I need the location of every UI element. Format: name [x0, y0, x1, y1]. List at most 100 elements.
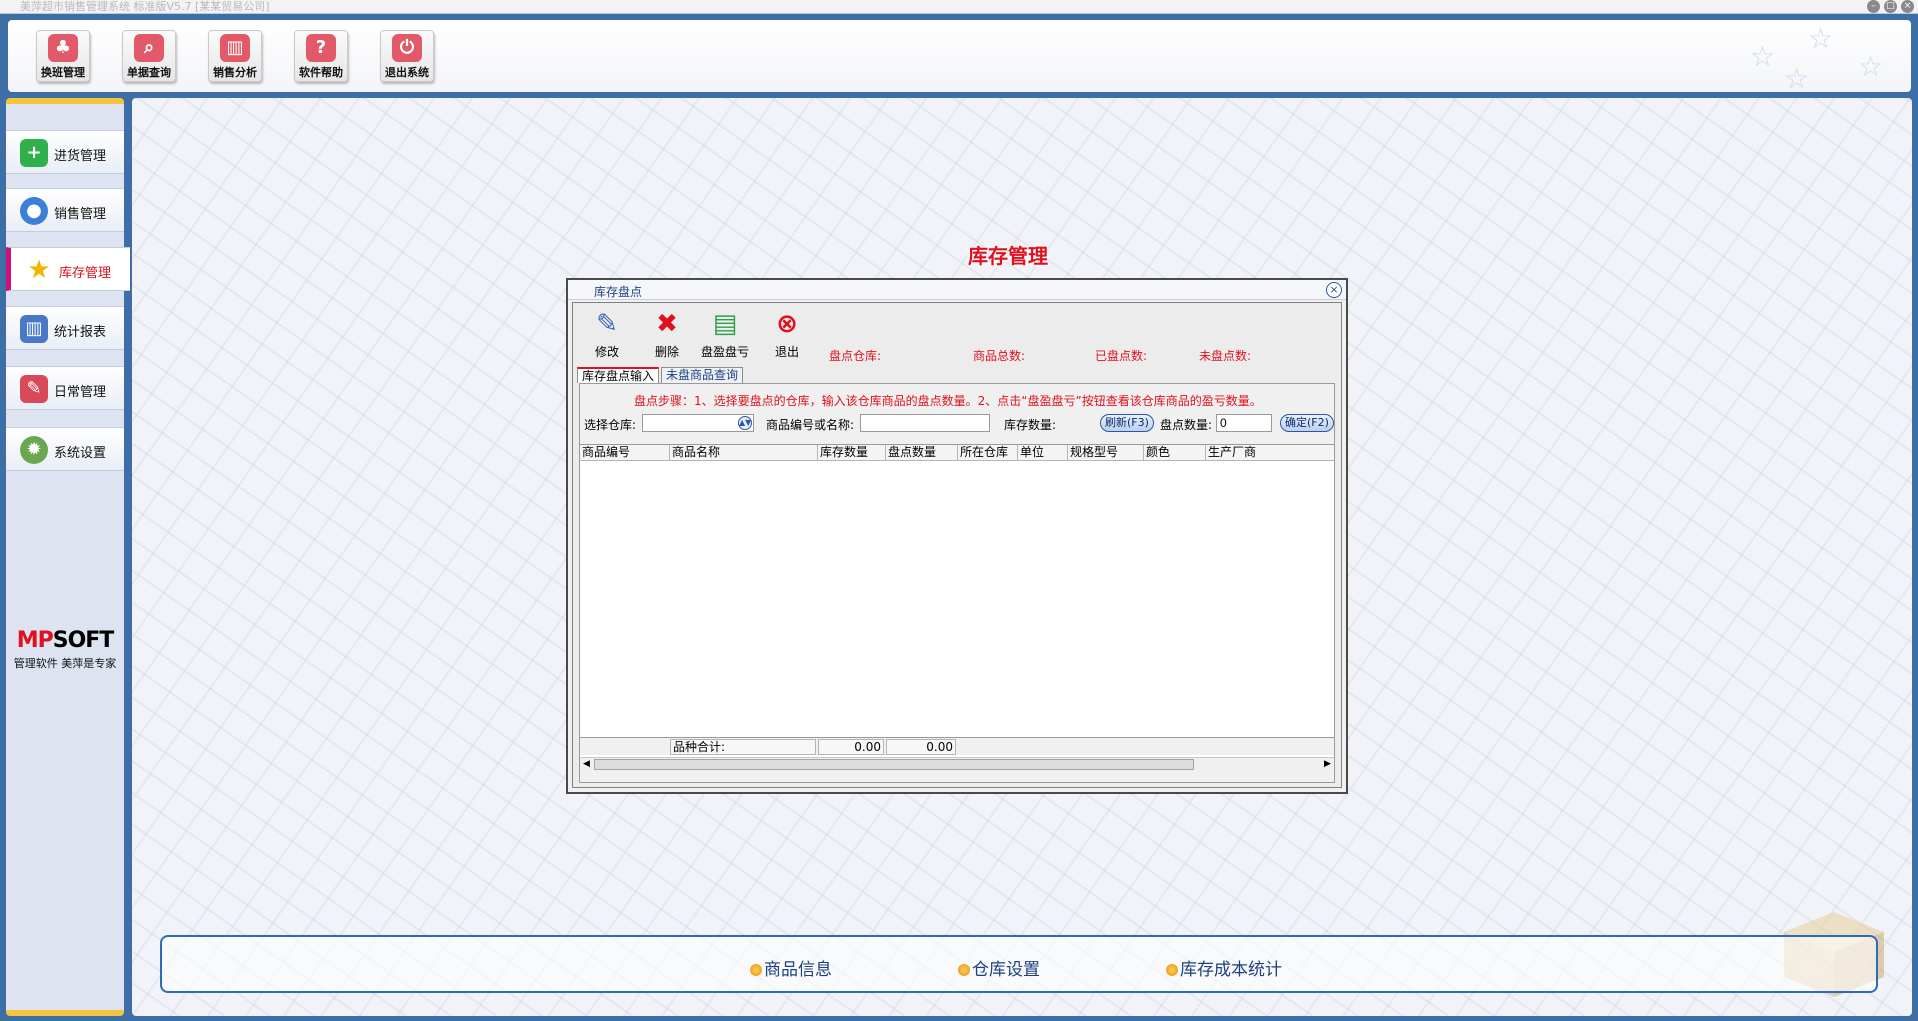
quicklink-label: 商品信息 — [764, 960, 832, 980]
page-title: 库存管理 — [968, 244, 1048, 268]
exit-icon: ⊗ — [776, 309, 798, 339]
steps-instructions: 盘点步骤：1、选择要盘点的仓库，输入该仓库商品的盘点数量。2、点击“盘盈盘亏”按… — [634, 394, 1262, 408]
toolbar-exit-button[interactable]: ⏻ 退出系统 — [380, 30, 434, 82]
horizontal-scrollbar[interactable]: ◀ ▶ — [580, 757, 1334, 771]
bullet-icon — [750, 964, 762, 976]
brand-logo-mp: MP — [16, 628, 54, 653]
scroll-left-icon[interactable]: ◀ — [580, 758, 593, 771]
column-header[interactable]: 库存数量 — [818, 445, 886, 461]
column-header[interactable]: 商品名称 — [670, 445, 818, 461]
close-icon[interactable]: × — [1326, 282, 1342, 298]
minimize-button[interactable]: – — [1867, 0, 1880, 13]
tool-label: 退出 — [774, 345, 799, 359]
edit-button[interactable]: ✎ 修改 — [585, 309, 629, 360]
count-warehouse-label: 盘点仓库: — [829, 349, 882, 363]
plus-icon: + — [20, 139, 48, 167]
profit-loss-button[interactable]: ▤ 盘盈盘亏 — [697, 309, 753, 360]
brand-logo: MPSOFT — [6, 628, 124, 653]
star-decoration-icon: ☆ — [1750, 40, 1776, 73]
toolbar-documents-button[interactable]: ⌕ 单据查询 — [122, 30, 176, 82]
dialog-body: ✎ 修改 ✖ 删除 ▤ 盘盈盘亏 ⊗ 退出 盘点仓库: 商品总数: 已盘点数: … — [572, 302, 1342, 788]
inventory-count-dialog: 库存盘点 × ✎ 修改 ✖ 删除 ▤ 盘盈盘亏 ⊗ 退出 盘点仓库: 商品总数:… — [566, 278, 1348, 794]
grid-footer: 品种合计: 0.00 0.00 — [580, 737, 1334, 755]
count-quantity-input[interactable] — [1216, 414, 1272, 432]
brand: MPSOFT 管理软件 美萍是专家 — [6, 628, 124, 671]
delete-button[interactable]: ✖ 删除 — [645, 309, 689, 360]
star-decoration-icon: ☆ — [1858, 50, 1884, 83]
grid-header: 商品编号 商品名称 库存数量 盘点数量 所在仓库 单位 规格型号 颜色 生产厂商 — [580, 445, 1334, 461]
sidebar-item-daily[interactable]: ✎ 日常管理 — [6, 366, 124, 410]
sidebar-item-label: 统计报表 — [54, 325, 107, 340]
inventory-grid[interactable]: 商品编号 商品名称 库存数量 盘点数量 所在仓库 单位 规格型号 颜色 生产厂商… — [580, 444, 1334, 771]
warehouse-label: 选择仓库: — [584, 418, 637, 432]
toolbar-sales-analysis-button[interactable]: ▥ 销售分析 — [208, 30, 262, 82]
bar-chart-icon: ▥ — [220, 34, 250, 62]
shift-icon: ♣ — [48, 34, 78, 62]
star-decoration-icon: ☆ — [1808, 22, 1834, 55]
tool-label: 盘盈盘亏 — [700, 345, 749, 359]
brand-logo-soft: SOFT — [52, 628, 115, 653]
sidebar-item-label: 系统设置 — [54, 446, 107, 461]
brand-slogan: 管理软件 美萍是专家 — [13, 657, 117, 670]
edit-icon: ✎ — [596, 309, 618, 339]
total-products-label: 商品总数: — [973, 349, 1026, 363]
search-doc-icon: ⌕ — [134, 34, 164, 62]
bullet-icon — [958, 964, 970, 976]
sidebar-item-label: 销售管理 — [54, 207, 107, 222]
quicklink-warehouse-settings[interactable]: 仓库设置 — [958, 955, 1040, 980]
sidebar-item-label: 进货管理 — [54, 149, 107, 164]
column-header[interactable]: 盘点数量 — [886, 445, 958, 461]
bullet-icon — [1166, 964, 1178, 976]
toolbar-shift-button[interactable]: ♣ 换班管理 — [36, 30, 90, 82]
window-title: 美萍超市销售管理系统 标准版V5.7 [某某贸易公司] — [20, 0, 270, 13]
scroll-right-icon[interactable]: ▶ — [1321, 758, 1334, 771]
globe-icon: ● — [20, 197, 48, 225]
toolbar-label: 软件帮助 — [299, 66, 343, 79]
sidebar-item-sales[interactable]: ● 销售管理 — [6, 188, 124, 232]
tools-icon: ✎ — [20, 375, 48, 403]
tab-count-input[interactable]: 库存盘点输入 — [577, 367, 660, 383]
refresh-button[interactable]: 刷新(F3) — [1100, 414, 1154, 432]
column-header[interactable]: 规格型号 — [1068, 445, 1144, 461]
confirm-button[interactable]: 确定(F2) — [1280, 414, 1334, 432]
tool-label: 删除 — [654, 345, 679, 359]
dialog-title: 库存盘点 — [594, 285, 643, 299]
chevron-down-icon[interactable]: ▲▼ — [738, 416, 752, 430]
footer-total-label: 品种合计: — [670, 739, 816, 755]
star-icon: ★ — [27, 255, 51, 285]
scrollbar-thumb[interactable] — [594, 759, 1194, 770]
help-icon: ? — [306, 34, 336, 62]
tool-label: 修改 — [594, 345, 619, 359]
column-header[interactable]: 颜色 — [1144, 445, 1206, 461]
exit-button[interactable]: ⊗ 退出 — [765, 309, 809, 360]
sidebar-item-settings[interactable]: ✹ 系统设置 — [6, 427, 124, 471]
toolbar-help-button[interactable]: ? 软件帮助 — [294, 30, 348, 82]
sidebar-item-inventory[interactable]: ★ 库存管理 — [6, 247, 130, 291]
product-label: 商品编号或名称: — [766, 418, 855, 432]
power-icon: ⏻ — [392, 34, 422, 62]
uncounted-label: 未盘点数: — [1199, 349, 1252, 363]
column-header[interactable]: 商品编号 — [580, 445, 670, 461]
column-header[interactable]: 所在仓库 — [958, 445, 1018, 461]
dialog-titlebar: 库存盘点 × — [568, 280, 1346, 300]
sidebar-item-label: 库存管理 — [59, 266, 112, 281]
toolbar-label: 换班管理 — [41, 66, 85, 79]
quicklink-cost-statistics[interactable]: 库存成本统计 — [1166, 955, 1282, 980]
product-input[interactable] — [860, 414, 990, 432]
maximize-button[interactable]: □ — [1884, 0, 1897, 13]
sidebar-item-reports[interactable]: ▥ 统计报表 — [6, 306, 124, 350]
footer-count-total: 0.00 — [886, 739, 956, 755]
sidebar-item-purchasing[interactable]: + 进货管理 — [6, 130, 124, 174]
stock-quantity-label: 库存数量: — [1004, 418, 1057, 432]
quicklink-label: 仓库设置 — [972, 960, 1040, 980]
close-window-button[interactable]: × — [1901, 0, 1914, 13]
column-header[interactable]: 生产厂商 — [1206, 445, 1334, 461]
toolbar-label: 销售分析 — [213, 66, 257, 79]
counted-label: 已盘点数: — [1095, 349, 1148, 363]
column-header[interactable]: 单位 — [1018, 445, 1068, 461]
quicklink-product-info[interactable]: 商品信息 — [750, 955, 832, 980]
tab-uncounted-query[interactable]: 未盘商品查询 — [661, 367, 744, 383]
star-decoration-icon: ☆ — [1784, 62, 1810, 95]
main-toolbar: ♣ 换班管理 ⌕ 单据查询 ▥ 销售分析 ? 软件帮助 ⏻ 退出系统 ☆ ☆ ☆… — [8, 20, 1911, 95]
warehouse-select[interactable]: ▲▼ — [642, 414, 754, 432]
